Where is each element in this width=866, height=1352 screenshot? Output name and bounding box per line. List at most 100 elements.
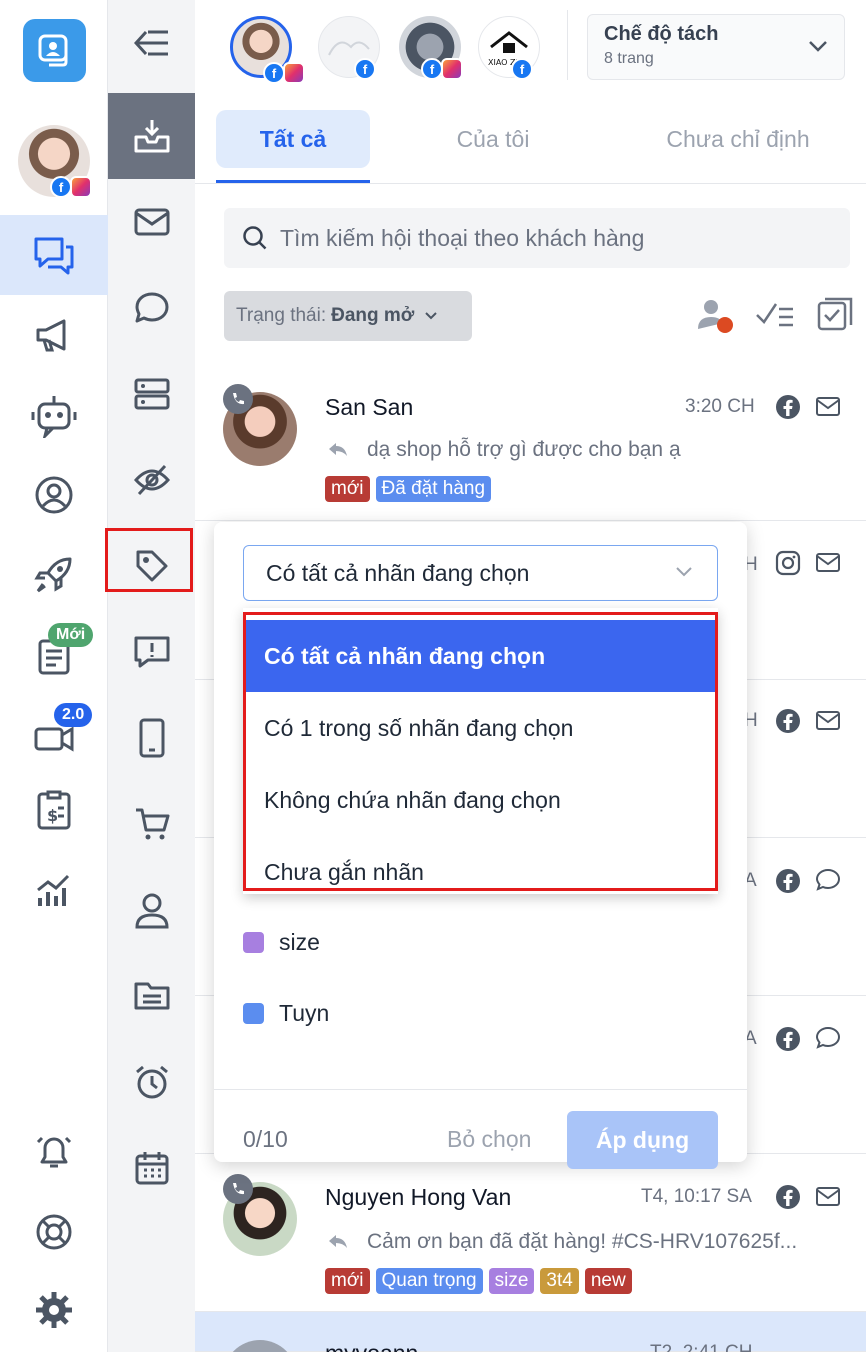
nav-settings[interactable] — [0, 1270, 108, 1350]
filter-orders[interactable] — [108, 781, 195, 867]
mail-icon — [816, 711, 840, 730]
facebook-icon: f — [50, 176, 72, 198]
shopping-cart-icon — [135, 808, 169, 840]
filter-assignee[interactable] — [108, 867, 195, 953]
conversation-time: 3:20 CH — [685, 396, 755, 417]
nav-help[interactable] — [0, 1192, 108, 1272]
nav-chatbot[interactable] — [0, 375, 108, 455]
customer-avatar — [223, 1340, 297, 1352]
label-option-tuyn[interactable]: Tuyn — [243, 1000, 329, 1027]
chat-bubbles-icon — [34, 237, 74, 275]
label-match-mode-select[interactable]: Có tất cả nhãn đang chọn — [243, 545, 718, 601]
mobile-phone-icon — [139, 718, 164, 758]
apply-button[interactable]: Áp dụng — [567, 1111, 718, 1169]
status-filter-button[interactable]: Trạng thái: Đang mở — [224, 291, 472, 341]
conversation-filter-rail — [108, 0, 195, 1352]
menu-highlight — [243, 612, 718, 891]
filter-folder[interactable] — [108, 953, 195, 1039]
nav-customers[interactable] — [0, 455, 108, 535]
select-all-checkbox-icon[interactable] — [815, 295, 855, 335]
robot-icon — [31, 396, 77, 438]
customer-name: Nguyen Hong Van — [325, 1184, 512, 1210]
tag-label: size — [488, 1268, 535, 1294]
tag-label: new — [584, 1268, 632, 1294]
popup-footer-divider — [214, 1089, 747, 1090]
nav-livestream[interactable] — [0, 695, 108, 775]
filter-server[interactable] — [108, 351, 195, 437]
nav-campaigns[interactable] — [0, 295, 108, 375]
server-icon — [134, 378, 169, 410]
nav-boost[interactable] — [0, 535, 108, 615]
tab-mine[interactable]: Của tôi — [420, 110, 566, 168]
page-mode-select[interactable]: Chế độ tách 8 trang — [587, 14, 845, 80]
megaphone-icon — [36, 319, 66, 352]
status-filter-value: Đang mở — [331, 305, 415, 326]
label-color-swatch — [243, 1003, 264, 1024]
conversation-tabs: Tất cả Của tôi Chưa chỉ định — [195, 110, 866, 184]
nav-reports[interactable] — [0, 850, 108, 930]
label-name: Tuyn — [279, 1000, 330, 1026]
facebook-icon: f — [354, 58, 376, 80]
label-filter-popup: Có tất cả nhãn đang chọn Có tất cả nhãn … — [214, 522, 747, 1169]
label-name: size — [279, 929, 320, 955]
mode-title: Chế độ tách — [604, 23, 719, 45]
filter-comments[interactable] — [108, 265, 195, 351]
facebook-icon — [776, 1185, 800, 1209]
tag-label: 3t4 — [540, 1268, 579, 1294]
conversation-tags: mới Đã đặt hàng — [325, 476, 492, 502]
calendar-icon — [135, 1152, 168, 1185]
reply-icon — [329, 1235, 347, 1248]
facebook-icon — [776, 1027, 800, 1051]
version-badge: 2.0 — [54, 703, 93, 727]
filter-reports[interactable] — [108, 609, 195, 695]
instagram-icon — [775, 550, 801, 576]
label-option-size[interactable]: size — [243, 929, 320, 956]
phone-icon — [223, 384, 253, 414]
inbox-icon — [134, 120, 169, 153]
primary-nav-rail: f Mới 2.0 $ — [0, 0, 108, 1352]
conversation-row-selected[interactable]: myvoann T2, 2:41 CH — [195, 1312, 866, 1352]
nav-notifications[interactable] — [0, 1112, 108, 1192]
mail-icon — [816, 1187, 840, 1206]
app-logo-icon[interactable] — [23, 19, 86, 82]
alarm-clock-icon — [135, 1065, 168, 1099]
conversation-row[interactable]: Nguyen Hong Van T4, 10:17 SA Cảm ơn bạn … — [195, 1154, 866, 1312]
tab-all[interactable]: Tất cả — [216, 110, 370, 168]
facebook-icon — [776, 869, 800, 893]
mode-subtitle: 8 trang — [604, 50, 654, 67]
label-match-mode-value: Có tất cả nhãn đang chọn — [266, 559, 530, 586]
filter-reminder[interactable] — [108, 1039, 195, 1125]
filter-phone[interactable] — [108, 695, 195, 781]
clear-selection-button[interactable]: Bỏ chọn — [447, 1126, 531, 1153]
chevron-down-icon — [809, 41, 827, 52]
search-placeholder: Tìm kiếm hội thoại theo khách hàng — [280, 224, 645, 251]
collapse-button[interactable] — [108, 0, 195, 86]
phone-icon — [223, 1174, 253, 1204]
person-icon — [134, 893, 169, 929]
chevron-down-icon — [425, 312, 438, 320]
mail-icon — [816, 397, 840, 416]
message-preview: Cảm ơn bạn đã đặt hàng! #CS-HRV107625f..… — [367, 1230, 798, 1253]
assign-user-icon[interactable] — [695, 295, 737, 337]
active-tab-indicator — [216, 180, 370, 183]
mail-icon — [134, 208, 169, 236]
conversation-row[interactable]: San San 3:20 CH dạ shop hỗ trợ gì được c… — [195, 364, 866, 521]
invoice-icon: $ — [37, 790, 71, 830]
checklist-icon[interactable] — [755, 295, 797, 335]
tag-filter-highlight — [105, 528, 193, 592]
facebook-icon: f — [421, 58, 443, 80]
nav-invoices[interactable]: $ — [0, 770, 108, 850]
filter-messages[interactable] — [108, 179, 195, 265]
label-color-swatch — [243, 932, 264, 953]
comment-icon — [135, 292, 168, 323]
chevron-down-icon — [676, 567, 692, 577]
message-preview: dạ shop hỗ trợ gì được cho bạn ạ — [367, 438, 681, 461]
filter-calendar[interactable] — [108, 1125, 195, 1211]
tag-label: mới — [325, 1268, 370, 1294]
filter-hidden[interactable] — [108, 437, 195, 523]
search-input[interactable]: Tìm kiếm hội thoại theo khách hàng — [224, 208, 850, 268]
nav-conversations[interactable] — [0, 215, 108, 295]
filter-inbox[interactable] — [108, 93, 195, 179]
conversation-time: T4, 10:17 SA — [641, 1186, 752, 1207]
tab-unassigned[interactable]: Chưa chỉ định — [635, 110, 841, 168]
